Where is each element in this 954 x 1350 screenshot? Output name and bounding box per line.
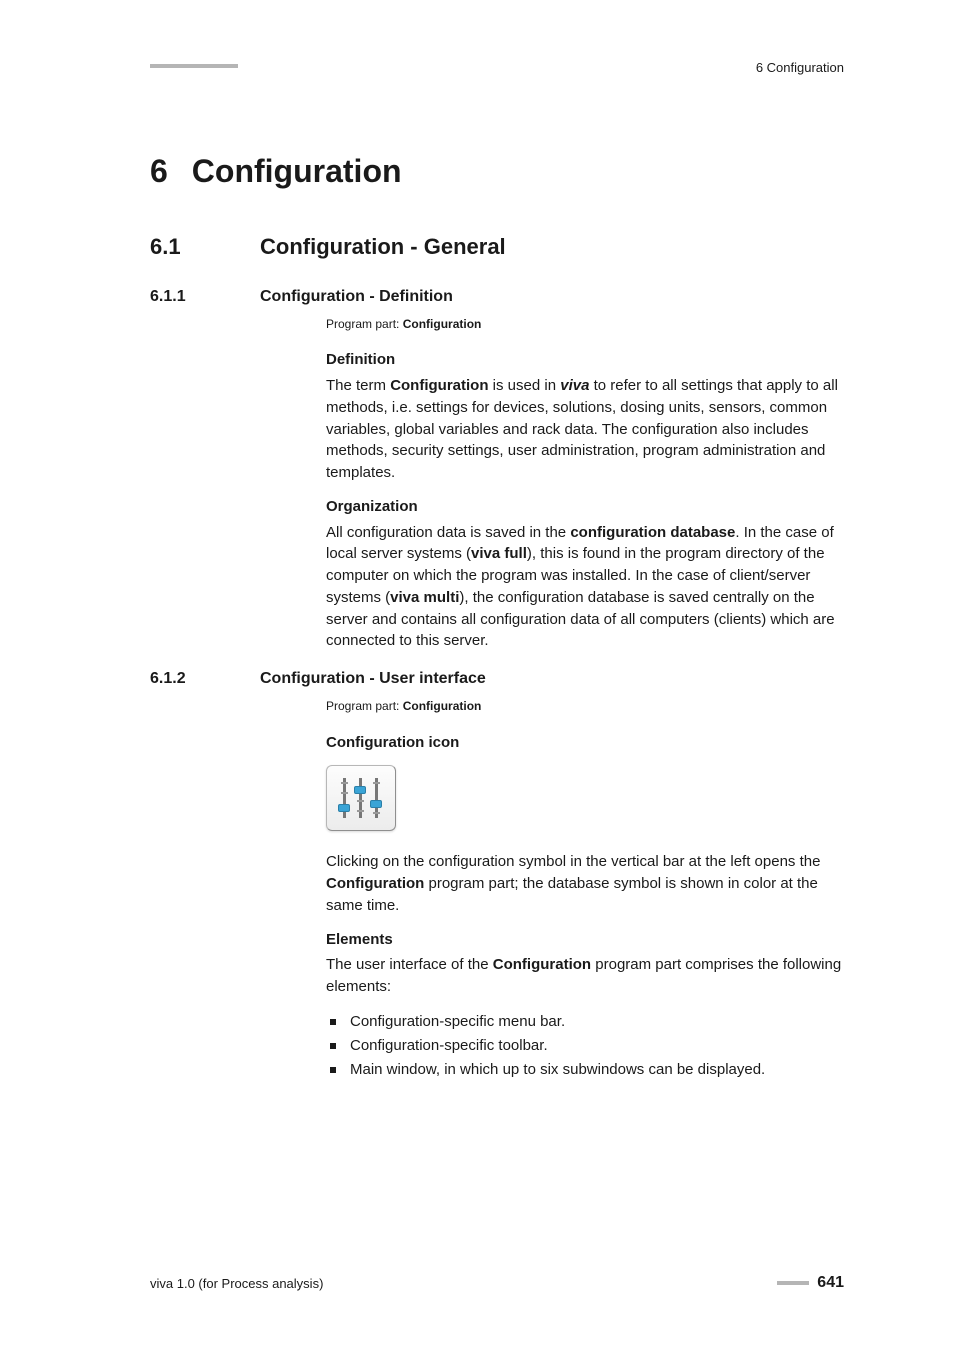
paragraph: All configuration data is saved in the c… <box>326 522 844 653</box>
header-decorative-squares-left <box>150 64 238 68</box>
header-section-label: 6 Configuration <box>756 60 844 75</box>
footer-left-text: viva 1.0 (for Process analysis) <box>150 1276 323 1291</box>
chapter-title-text: Configuration <box>192 153 402 190</box>
paragraph: The term Configuration is used in viva t… <box>326 375 844 484</box>
list-item: Configuration-specific toolbar. <box>328 1034 844 1058</box>
page-footer: viva 1.0 (for Process analysis) 641 <box>150 1274 844 1292</box>
block-heading: Organization <box>326 496 844 518</box>
program-part-value: Configuration <box>403 317 482 331</box>
subsection-title-text: Configuration - User interface <box>260 670 486 688</box>
block-heading: Definition <box>326 349 844 371</box>
subsection-heading: 6.1.1 Configuration - Definition <box>150 288 844 306</box>
section-number: 6.1 <box>150 234 204 260</box>
program-part-prefix: Program part: <box>326 699 403 713</box>
subsection-number: 6.1.1 <box>150 288 220 306</box>
paragraph: The user interface of the Configuration … <box>326 954 844 998</box>
subsection-body: Program part: Configuration Configuratio… <box>326 698 844 1082</box>
program-part-prefix: Program part: <box>326 317 403 331</box>
page-number: 641 <box>817 1274 844 1292</box>
program-part-value: Configuration <box>403 699 482 713</box>
block-heading: Configuration icon <box>326 732 844 754</box>
list-item: Configuration-specific menu bar. <box>328 1010 844 1034</box>
program-part-line: Program part: Configuration <box>326 698 844 715</box>
list-item: Main window, in which up to six subwindo… <box>328 1058 844 1082</box>
block-heading: Elements <box>326 929 844 951</box>
chapter-heading: 6 Configuration <box>150 153 844 190</box>
subsection-body: Program part: Configuration Definition T… <box>326 316 844 652</box>
bullet-list: Configuration-specific menu bar. Configu… <box>328 1010 844 1082</box>
chapter-number: 6 <box>150 153 168 190</box>
footer-decorative-squares <box>777 1281 809 1285</box>
program-part-line: Program part: Configuration <box>326 316 844 333</box>
subsection-heading: 6.1.2 Configuration - User interface <box>150 670 844 688</box>
page-content: 6 Configuration 6 Configuration 6.1 Conf… <box>0 0 954 1350</box>
page-header: 6 Configuration <box>150 64 844 75</box>
paragraph: Clicking on the configuration symbol in … <box>326 851 844 916</box>
subsection-number: 6.1.2 <box>150 670 220 688</box>
sliders-icon <box>337 776 385 820</box>
section-title-text: Configuration - General <box>260 234 506 260</box>
configuration-icon <box>326 765 396 831</box>
footer-right: 641 <box>777 1274 844 1292</box>
subsection-title-text: Configuration - Definition <box>260 288 453 306</box>
section-heading: 6.1 Configuration - General <box>150 234 844 260</box>
